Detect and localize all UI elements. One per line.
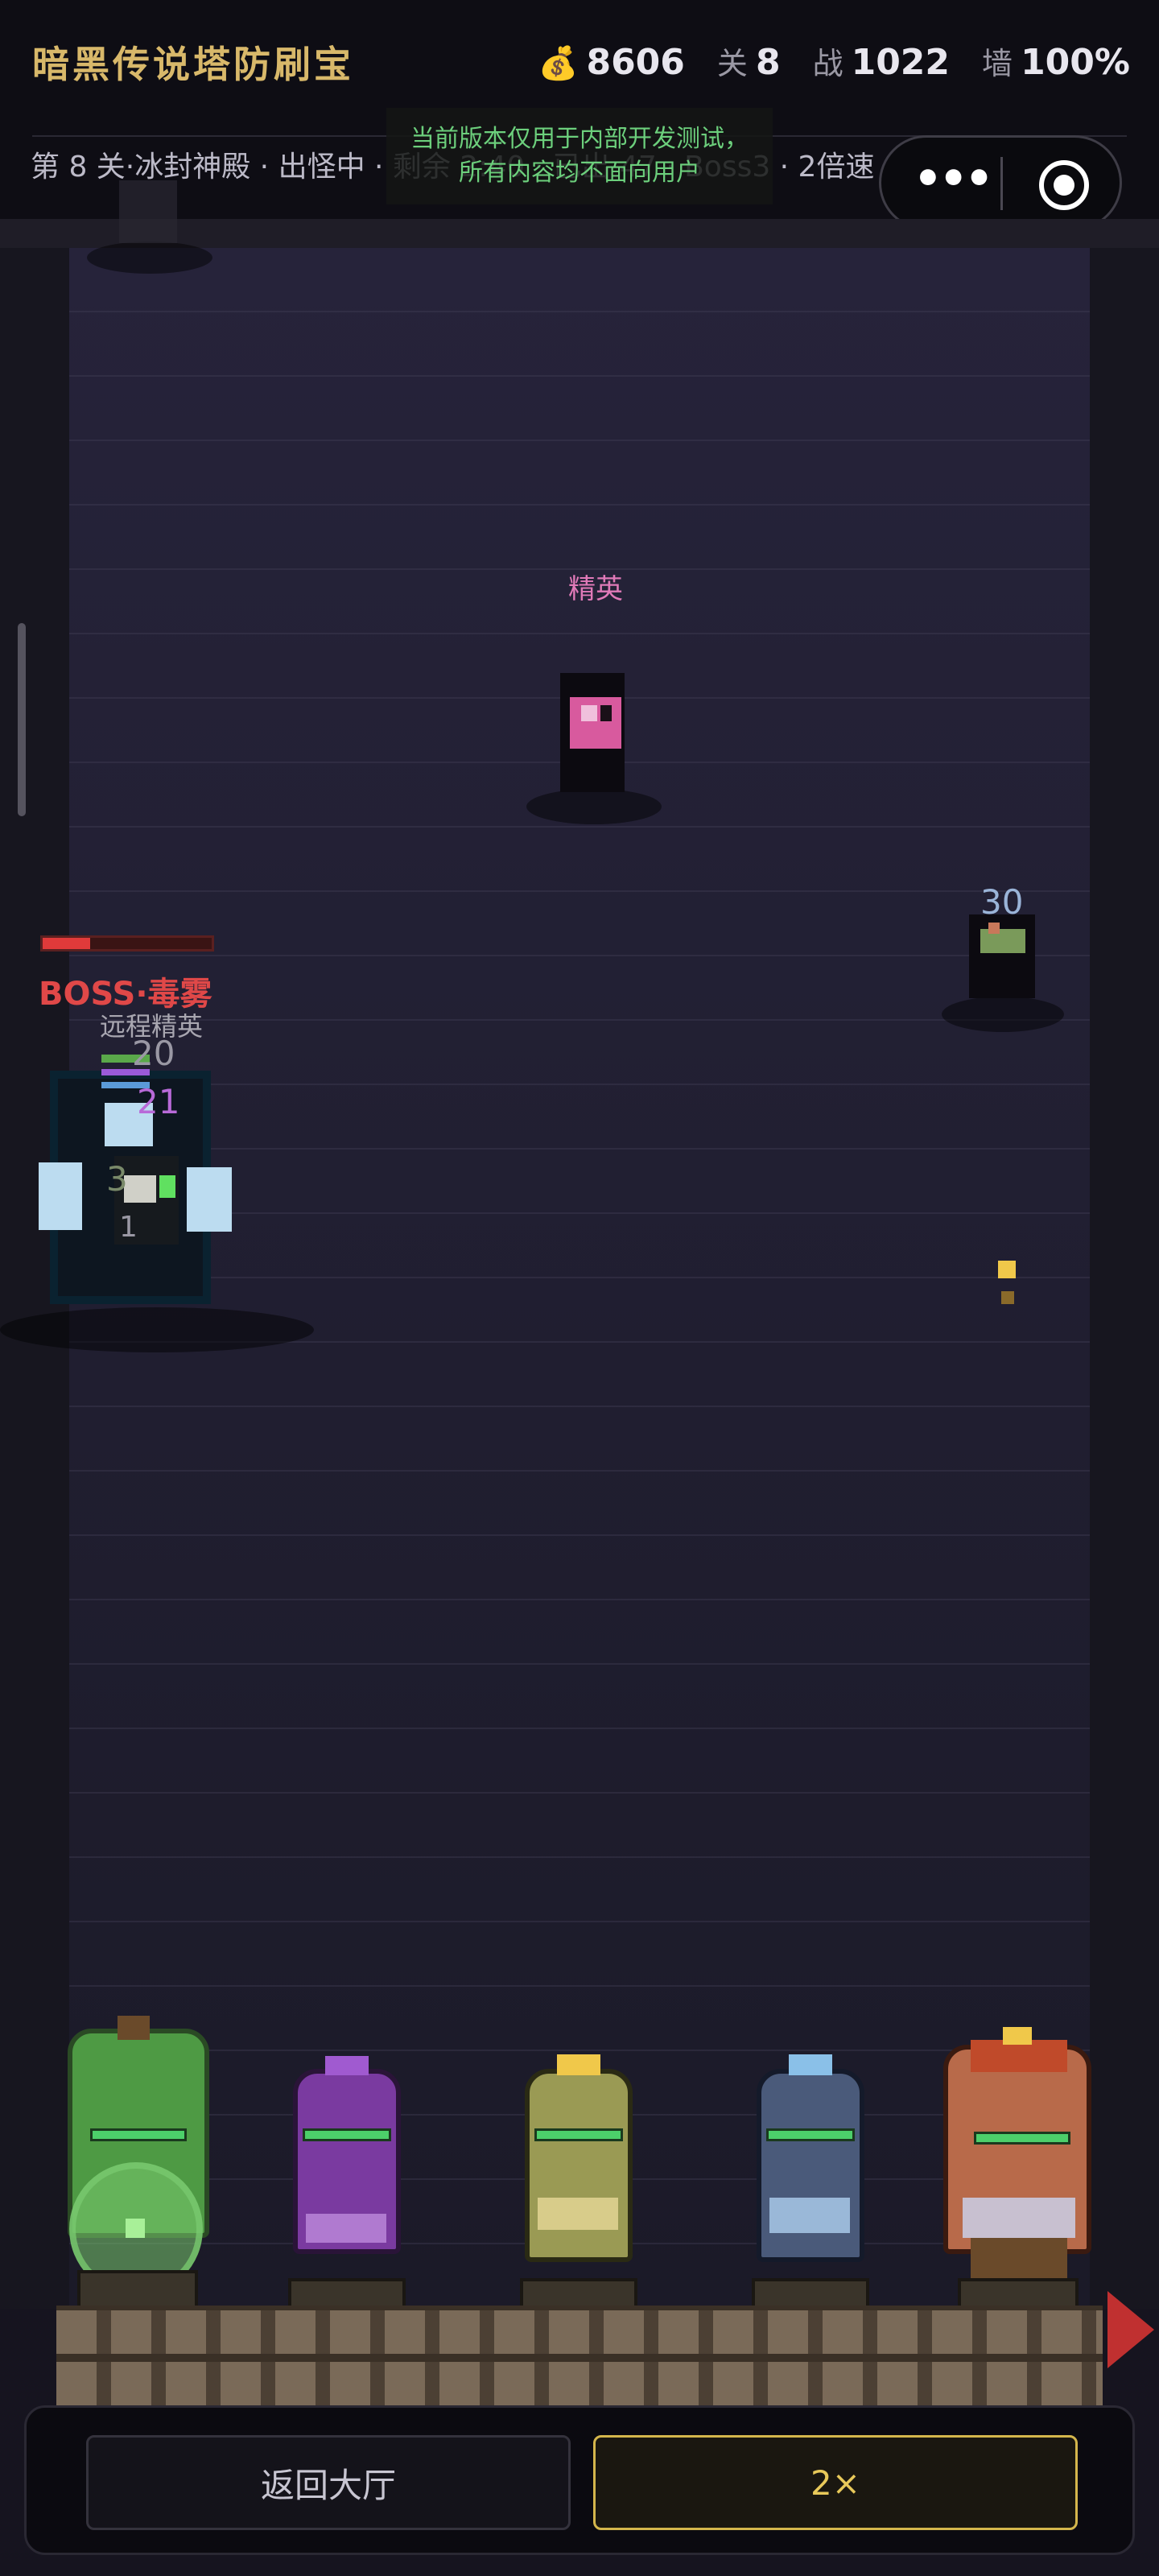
scroll-indicator (18, 623, 26, 816)
power-value: 1022 (851, 42, 951, 83)
field-right-border (1090, 248, 1159, 2309)
faded-enemy-sprite (119, 180, 177, 243)
power-stat: 战 1022 (813, 39, 950, 83)
close-target-icon[interactable] (1039, 160, 1089, 210)
mini-program-capsule: ••• (879, 135, 1122, 230)
hero-hp-bar (90, 2128, 187, 2141)
level-stat: 关 8 (717, 39, 781, 83)
hero-blue[interactable] (750, 2053, 871, 2318)
elite-shadow (526, 789, 662, 824)
damage-number: 21 (137, 1082, 180, 1121)
hero-green[interactable] (61, 2013, 214, 2318)
speed-toggle-button[interactable]: 2× (593, 2435, 1078, 2530)
hero-hp-bar (534, 2128, 623, 2141)
level-label: 关 (716, 46, 748, 81)
gold-stat: 💰 8606 (538, 42, 685, 83)
bottom-panel: 返回大厅 2× (24, 2405, 1135, 2555)
play-arrow-icon[interactable] (1107, 2291, 1154, 2368)
hero-hp-bar (766, 2128, 855, 2141)
hero-purple[interactable] (287, 2053, 407, 2318)
game-title: 暗黑传说塔防刷宝 (32, 43, 354, 86)
elite-label: 精英 (568, 573, 623, 605)
dev-notice: 当前版本仅用于内部开发测试， 所有内容均不面向用户 (386, 108, 773, 204)
hero-yellow[interactable] (518, 2053, 639, 2318)
projectile-trail (1001, 1291, 1014, 1304)
small-enemy-sprite (966, 914, 1038, 998)
boss-shadow (0, 1307, 314, 1352)
boss-hp-bar (40, 935, 214, 952)
damage-number: 1 (119, 1211, 138, 1244)
boss-sprite (18, 1055, 243, 1312)
wall-value: 100% (1021, 42, 1130, 83)
elite-enemy-sprite (554, 673, 631, 792)
enemy-shadow (87, 242, 212, 274)
boss-hp-fill (43, 938, 90, 949)
more-dots-icon[interactable]: ••• (914, 157, 993, 202)
hero-hp-bar (303, 2128, 391, 2141)
defense-wall (56, 2306, 1103, 2410)
hero-pedestal (77, 2270, 198, 2310)
wall-label: 墙 (982, 46, 1013, 81)
hero-hp-bar (974, 2132, 1070, 2145)
level-value: 8 (755, 42, 781, 83)
enemy-shadow-2 (942, 997, 1064, 1032)
hero-row (0, 2013, 1159, 2318)
dev-notice-line-2: 所有内容均不面向用户 (459, 159, 700, 187)
stats-bar: 💰 8606 关 8 战 1022 墙 100% (538, 39, 1130, 83)
wall-stat: 墙 100% (982, 39, 1130, 83)
gold-value: 8606 (586, 42, 685, 83)
power-label: 战 (812, 46, 843, 81)
projectile (998, 1261, 1016, 1278)
damage-number: 20 (132, 1034, 175, 1073)
damage-number: 3 (106, 1159, 128, 1199)
dev-notice-line-1: 当前版本仅用于内部开发测试， (410, 125, 749, 153)
money-bag-icon: 💰 (538, 45, 579, 82)
capsule-separator (1000, 157, 1003, 210)
return-lobby-button[interactable]: 返回大厅 (86, 2435, 571, 2530)
hero-red[interactable] (938, 2021, 1096, 2318)
